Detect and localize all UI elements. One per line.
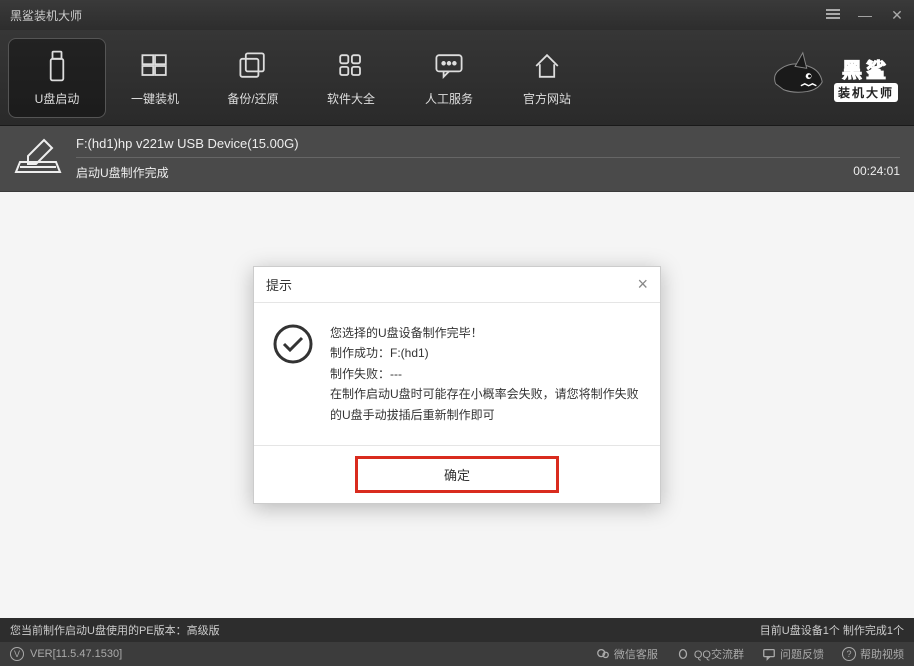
close-button[interactable]: ✕ (890, 7, 904, 24)
windows-icon (135, 48, 175, 84)
version-icon: V (10, 647, 24, 661)
chat-icon (429, 48, 469, 84)
shark-logo-icon (766, 47, 828, 109)
tool-label: 软件大全 (327, 90, 375, 107)
tool-label: 一键装机 (131, 90, 179, 107)
tool-label: 备份/还原 (227, 90, 278, 107)
apps-icon (331, 48, 371, 84)
tool-usb-boot[interactable]: U盘启动 (8, 38, 106, 118)
hamburger-icon (826, 7, 840, 21)
qq-icon (676, 647, 690, 661)
tool-label: 人工服务 (425, 90, 473, 107)
version-text: VER[11.5.47.1530] (30, 648, 122, 660)
brand: 黑鲨 装机大师 (766, 47, 906, 109)
dialog-line: 制作失败：--- (330, 364, 642, 384)
backup-icon (233, 48, 273, 84)
brand-name: 黑鲨 (842, 54, 890, 83)
pe-version-text: 您当前制作启动U盘使用的PE版本：高级版 (10, 622, 220, 638)
tool-label: 官方网站 (523, 90, 571, 107)
tool-one-click[interactable]: 一键装机 (106, 38, 204, 118)
confirm-button[interactable]: 确定 (355, 456, 559, 493)
tool-software[interactable]: 软件大全 (302, 38, 400, 118)
home-icon (527, 48, 567, 84)
feedback-icon (762, 647, 776, 661)
tool-backup[interactable]: 备份/还原 (204, 38, 302, 118)
help-icon: ? (842, 647, 856, 661)
minimize-icon: — (858, 7, 872, 23)
dialog-line: 在制作启动U盘时可能存在小概率会失败，请您将制作失败的U盘手动拔插后重新制作即可 (330, 384, 642, 425)
dialog-close-button[interactable]: × (637, 274, 648, 295)
brand-subtitle: 装机大师 (834, 83, 898, 102)
dialog-title: 提示 (266, 275, 637, 294)
menu-button[interactable] (826, 7, 840, 24)
device-count-text: 目前U盘设备1个 制作完成1个 (760, 622, 904, 638)
device-name: F:(hd1)hp v221w USB Device(15.00G) (76, 136, 900, 158)
tool-support[interactable]: 人工服务 (400, 38, 498, 118)
link-label: 帮助视频 (860, 646, 904, 662)
link-qq[interactable]: QQ交流群 (676, 646, 744, 662)
dialog-line: 您选择的U盘设备制作完毕！ (330, 323, 642, 343)
minimize-button[interactable]: — (858, 7, 872, 24)
wechat-icon (596, 647, 610, 661)
dialog: 提示 × 您选择的U盘设备制作完毕！ 制作成功：F:(hd1) 制作失败：---… (253, 266, 661, 504)
link-wechat[interactable]: 微信客服 (596, 646, 658, 662)
link-label: 问题反馈 (780, 646, 824, 662)
device-status: 启动U盘制作完成 (76, 164, 169, 181)
checkmark-circle-icon (272, 323, 314, 365)
toolbar: U盘启动 一键装机 备份/还原 软件大全 人工服务 官方网站 (0, 30, 914, 126)
close-icon: × (637, 274, 648, 294)
tool-website[interactable]: 官方网站 (498, 38, 596, 118)
close-icon: ✕ (891, 7, 903, 23)
disk-write-icon (14, 136, 62, 176)
device-row: F:(hd1)hp v221w USB Device(15.00G) 启动U盘制… (0, 126, 914, 192)
link-label: 微信客服 (614, 646, 658, 662)
status-bar-2: V VER[11.5.47.1530] 微信客服 QQ交流群 问题反馈 ? 帮助… (0, 642, 914, 666)
link-help[interactable]: ? 帮助视频 (842, 646, 904, 662)
titlebar: 黑鲨装机大师 — ✕ (0, 0, 914, 30)
dialog-line: 制作成功：F:(hd1) (330, 343, 642, 363)
main-area: 提示 × 您选择的U盘设备制作完毕！ 制作成功：F:(hd1) 制作失败：---… (0, 192, 914, 618)
app-title: 黑鲨装机大师 (10, 7, 826, 24)
link-feedback[interactable]: 问题反馈 (762, 646, 824, 662)
status-bar-1: 您当前制作启动U盘使用的PE版本：高级版 目前U盘设备1个 制作完成1个 (0, 618, 914, 642)
device-time: 00:24:01 (853, 164, 900, 181)
link-label: QQ交流群 (694, 646, 744, 662)
tool-label: U盘启动 (35, 90, 80, 107)
usb-icon (37, 48, 77, 84)
